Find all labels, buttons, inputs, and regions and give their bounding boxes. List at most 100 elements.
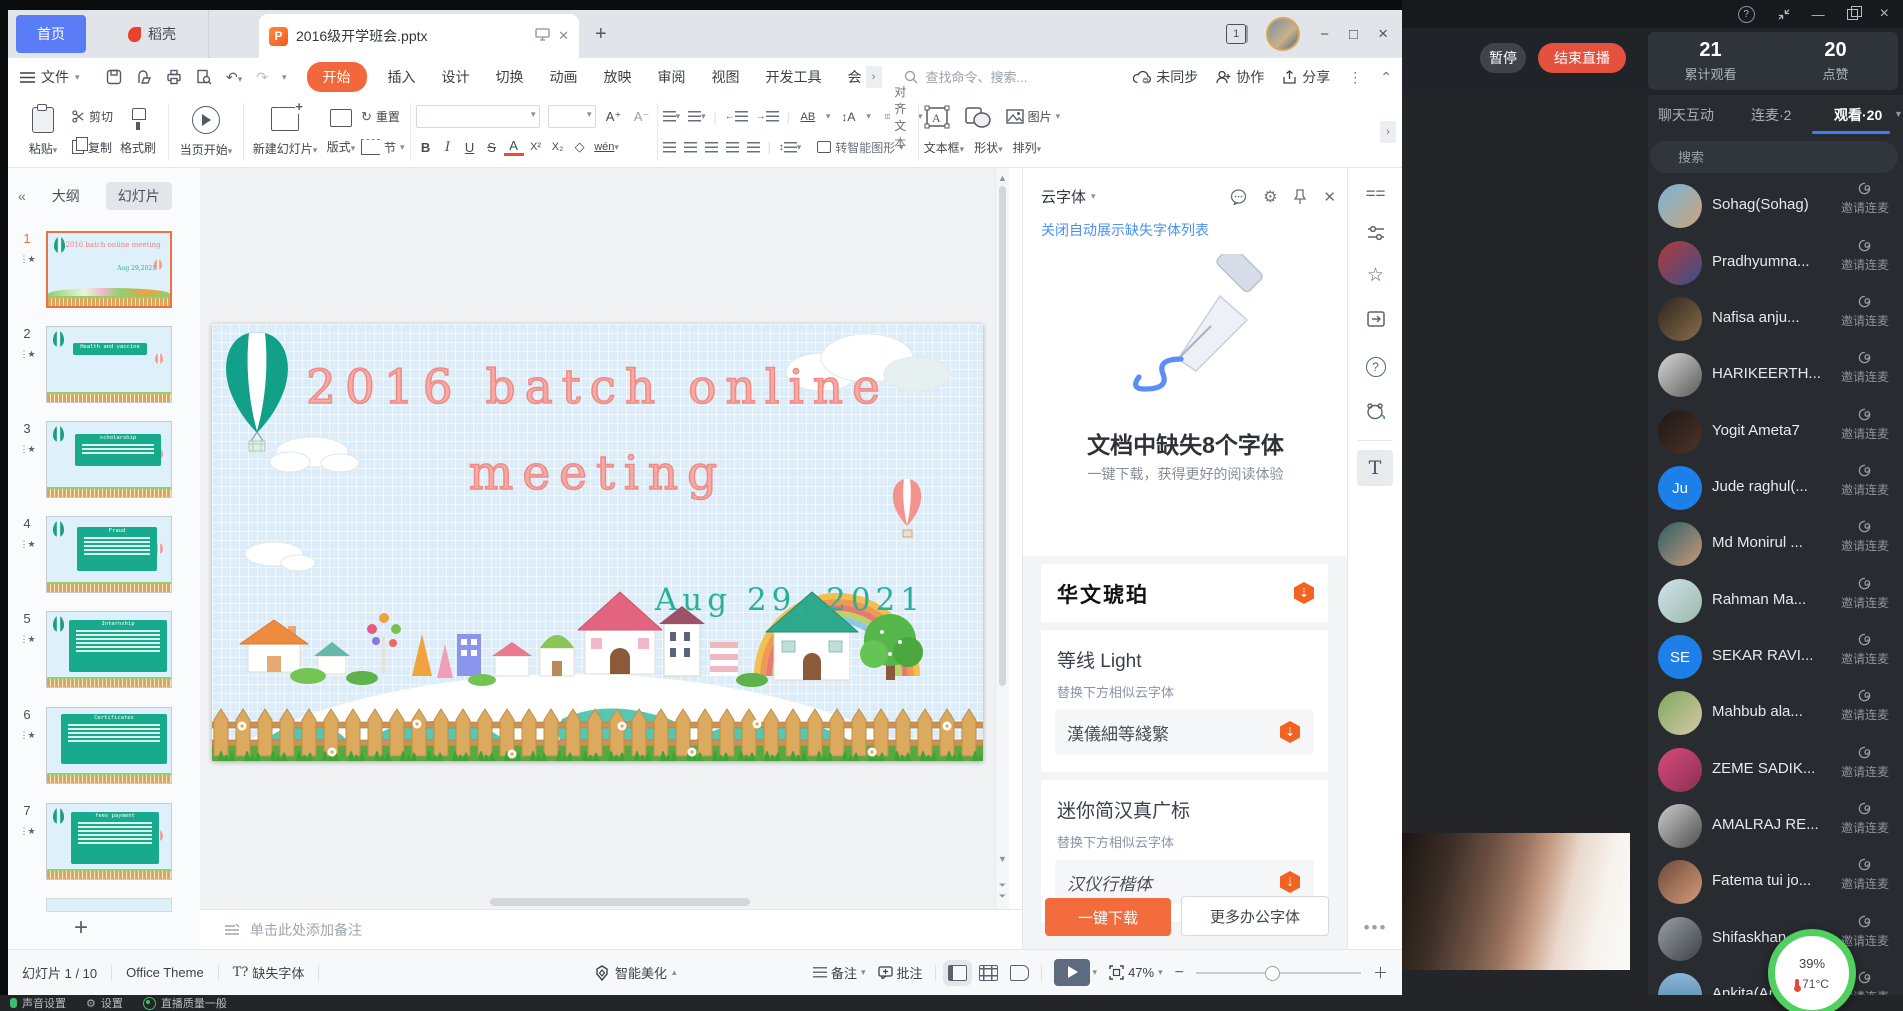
maximize-restore-button[interactable] xyxy=(1847,9,1858,20)
decrease-indent-icon[interactable]: ← xyxy=(725,111,748,122)
command-search-input[interactable] xyxy=(924,69,1048,86)
help-icon[interactable]: ? xyxy=(1348,356,1402,377)
feedback-icon[interactable] xyxy=(1230,189,1247,205)
stream-quality-indicator[interactable]: 直播质量一般 xyxy=(143,995,227,1011)
cut-button[interactable]: 剪切 xyxy=(72,104,113,130)
vertical-scrollbar[interactable]: ▲ ▼ ⏷⏷ xyxy=(995,168,1009,910)
tab-insert[interactable]: 插入 xyxy=(388,67,416,87)
settings-button[interactable]: ⚙设置 xyxy=(86,995,123,1011)
zoom-slider-knob[interactable] xyxy=(1265,966,1280,981)
tab-chat[interactable]: 聊天互动 xyxy=(1658,105,1714,125)
strikethrough-button[interactable]: S xyxy=(482,140,502,155)
invite-connect-button[interactable]: 邀请连麦 xyxy=(1841,350,1889,385)
disable-auto-show-link[interactable]: 关闭自动展示缺失字体列表 xyxy=(1041,220,1209,240)
section-button[interactable]: 节▾ xyxy=(361,134,405,160)
increase-indent-icon[interactable]: → xyxy=(756,111,779,122)
assistant-icon[interactable] xyxy=(1348,402,1402,425)
export-icon[interactable] xyxy=(136,69,152,85)
tab-view[interactable]: 视图 xyxy=(712,67,740,87)
notes-bar[interactable]: 单击此处添加备注 xyxy=(200,909,1022,950)
minimize-button[interactable]: − xyxy=(1320,26,1329,43)
paste-button[interactable]: 粘贴▾ xyxy=(14,99,72,165)
more-fonts-button[interactable]: 更多办公字体 xyxy=(1181,896,1329,936)
invite-connect-button[interactable]: 邀请连麦 xyxy=(1841,688,1889,723)
invite-connect-button[interactable]: 邀请连麦 xyxy=(1841,238,1889,273)
scroll-up-icon[interactable]: ▲ xyxy=(996,173,1009,183)
highlight-button[interactable]: ◇ xyxy=(570,139,590,155)
slide-thumbnail-8-partial[interactable] xyxy=(46,898,172,912)
comments-button[interactable]: 批注 xyxy=(878,963,923,982)
picture-button[interactable]: 图片▾ xyxy=(1006,108,1061,125)
collapse-panel-icon[interactable]: « xyxy=(18,188,26,204)
effects-star-icon[interactable]: ☆ xyxy=(1348,264,1402,287)
format-painter-button[interactable]: 格式刷 xyxy=(113,99,163,165)
editing-canvas[interactable]: 2016 batch online meeting Aug 29, 2021 ▲… xyxy=(200,168,1009,910)
play-options-icon[interactable]: ▾ xyxy=(1093,967,1098,978)
font-size-select[interactable] xyxy=(548,105,596,128)
invite-connect-button[interactable]: 邀请连麦 xyxy=(1841,914,1889,949)
bold-button[interactable]: B xyxy=(416,140,436,155)
scrollbar-thumb[interactable] xyxy=(999,186,1006,686)
beautify-button[interactable]: 智能美化 ▴ xyxy=(594,950,677,995)
slide-thumbnail-7[interactable]: fees payment xyxy=(46,803,172,880)
collaborate-button[interactable]: 协作 xyxy=(1216,67,1264,87)
subscript-button[interactable]: X₂ xyxy=(548,141,568,153)
switch-icon[interactable] xyxy=(1348,310,1402,333)
slide-title-line2[interactable]: meeting xyxy=(212,446,983,501)
viewer-search[interactable] xyxy=(1650,141,1898,173)
increase-font-button[interactable]: A⁺ xyxy=(604,109,624,125)
ribbon-overflow-button[interactable]: › xyxy=(1380,121,1396,143)
line-spacing-icon[interactable]: ↕▾ xyxy=(779,142,802,153)
tab-animation[interactable]: 动画 xyxy=(550,67,578,87)
download-font-icon[interactable]: ⇣ xyxy=(1280,721,1300,743)
font-card[interactable]: 华文琥珀 ⇣ xyxy=(1041,564,1328,622)
webcam-video[interactable] xyxy=(1402,833,1630,970)
align-distribute-icon[interactable] xyxy=(747,142,760,153)
share-button[interactable]: 分享 xyxy=(1282,67,1330,87)
tab-outline[interactable]: 大纲 xyxy=(40,182,92,210)
align-justify-icon[interactable] xyxy=(726,142,739,153)
slide-thumbnail-3[interactable]: scholarship xyxy=(46,421,172,498)
invite-connect-button[interactable]: 邀请连麦 xyxy=(1841,294,1889,329)
font-card[interactable]: 等线 Light 替换下方相似云字体 漢儀細等綫繁 ⇣ xyxy=(1041,630,1328,772)
download-all-button[interactable]: 一键下载 xyxy=(1045,898,1171,936)
slide-thumbnail-5[interactable]: Internship xyxy=(46,611,172,688)
close-button[interactable]: × xyxy=(1880,5,1889,23)
slide-thumbnail-6[interactable]: Certificates xyxy=(46,707,172,784)
shrink-icon[interactable] xyxy=(1777,8,1790,21)
tab-member[interactable]: 会 xyxy=(848,67,862,87)
zoom-in-button[interactable]: ＋ xyxy=(1373,962,1388,983)
pause-stream-button[interactable]: 暂停 xyxy=(1480,43,1526,73)
slideshow-play-button[interactable] xyxy=(1054,959,1090,986)
theme-name[interactable]: Office Theme xyxy=(126,965,204,980)
invite-connect-button[interactable]: 邀请连麦 xyxy=(1841,745,1889,780)
tab-design[interactable]: 设计 xyxy=(442,67,470,87)
align-center-icon[interactable] xyxy=(684,142,697,153)
new-slide-button[interactable]: 新建幻灯片▾ xyxy=(249,99,321,165)
minimize-button[interactable]: — xyxy=(1812,7,1825,22)
collapse-ribbon-icon[interactable]: ⌃ xyxy=(1380,69,1392,86)
tab-slideshow[interactable]: 放映 xyxy=(604,67,632,87)
invite-connect-button[interactable]: 邀请连麦 xyxy=(1841,632,1889,667)
slide-sorter-view-button[interactable] xyxy=(979,965,998,981)
command-search[interactable] xyxy=(904,69,1048,86)
fit-zoom-button[interactable]: 47% ▾ xyxy=(1109,965,1163,980)
properties-icon[interactable] xyxy=(1348,224,1402,247)
slide-thumbnail-2[interactable]: Health and vaccine xyxy=(46,326,172,403)
shape-label-button[interactable]: 形状▾ xyxy=(974,139,1003,156)
file-menu[interactable]: 文件 ▾ xyxy=(20,67,92,87)
download-font-icon[interactable]: ⇣ xyxy=(1280,871,1300,893)
invite-connect-button[interactable]: 邀请连麦 xyxy=(1841,857,1889,892)
tab-devtools[interactable]: 开发工具 xyxy=(766,67,822,87)
close-window-button[interactable]: × xyxy=(1378,24,1388,44)
undo-button[interactable]: ↶▾ xyxy=(226,69,242,86)
decrease-font-button[interactable]: A⁻ xyxy=(632,109,652,125)
drag-handle-icon[interactable]: == xyxy=(1348,184,1402,204)
tab-slides[interactable]: 幻灯片 xyxy=(106,182,172,210)
similar-font-pill[interactable]: 漢儀細等綫繁 ⇣ xyxy=(1055,710,1314,754)
settings-gear-icon[interactable]: ⚙ xyxy=(1263,187,1277,207)
slide-1[interactable]: 2016 batch online meeting Aug 29, 2021 xyxy=(212,324,983,761)
copy-button[interactable]: 复制 xyxy=(72,134,113,160)
align-right-icon[interactable] xyxy=(705,142,718,153)
voice-settings-button[interactable]: 声音设置 xyxy=(10,995,66,1011)
